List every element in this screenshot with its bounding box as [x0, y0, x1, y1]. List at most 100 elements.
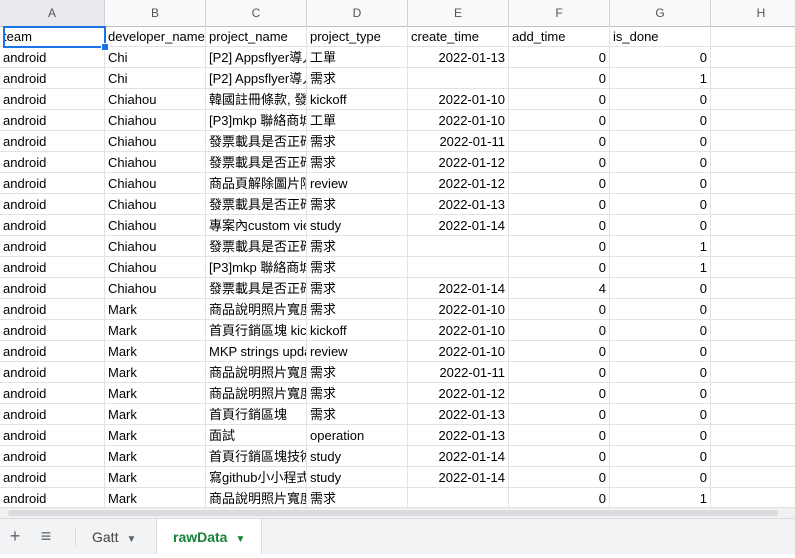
spreadsheet-grid[interactable]: ABCDEFGH team developer_name project_name p… — [0, 0, 795, 507]
cell-h[interactable] — [711, 488, 795, 507]
cell-h[interactable] — [711, 425, 795, 446]
cell-e[interactable]: 2022-01-13 — [408, 194, 509, 215]
cell-e[interactable]: 2022-01-14 — [408, 278, 509, 299]
cell-g[interactable]: 0 — [610, 173, 711, 194]
cell-d[interactable]: 需求 — [307, 299, 408, 320]
cell-d[interactable]: kickoff — [307, 320, 408, 341]
cell-f[interactable]: 0 — [509, 215, 610, 236]
cell-b[interactable]: Chiahou — [105, 257, 206, 278]
cell-h[interactable] — [711, 89, 795, 110]
cell-e[interactable]: 2022-01-13 — [408, 404, 509, 425]
cell-b[interactable]: Chiahou — [105, 215, 206, 236]
cell-a[interactable]: android — [0, 236, 105, 257]
cell-e[interactable]: 2022-01-10 — [408, 110, 509, 131]
cell-f[interactable]: 0 — [509, 488, 610, 507]
cell-c[interactable]: [P3]mkp 聯絡商城 — [206, 110, 307, 131]
cell-a[interactable]: android — [0, 152, 105, 173]
cell-c[interactable]: 商品說明照片寬度 — [206, 488, 307, 507]
cell-e[interactable] — [408, 68, 509, 89]
cell-e[interactable] — [408, 257, 509, 278]
tab-gatt[interactable]: Gatt ▼ — [76, 519, 152, 554]
cell-a[interactable]: android — [0, 278, 105, 299]
chevron-down-icon[interactable]: ▼ — [235, 534, 245, 545]
cell-c[interactable]: MKP strings update — [206, 341, 307, 362]
cell-f[interactable]: 0 — [509, 236, 610, 257]
sheet-list-icon[interactable]: ≡ — [31, 519, 61, 554]
cell-h[interactable] — [711, 152, 795, 173]
cell-b[interactable]: Chiahou — [105, 194, 206, 215]
cell-e[interactable]: 2022-01-14 — [408, 446, 509, 467]
cell-g[interactable]: 0 — [610, 341, 711, 362]
cell-h[interactable] — [711, 299, 795, 320]
cell-d[interactable]: review — [307, 341, 408, 362]
cell-c[interactable]: [P2] Appsflyer導入 — [206, 47, 307, 68]
cell-d[interactable]: 需求 — [307, 404, 408, 425]
cell-c[interactable]: [P2] Appsflyer導入 — [206, 68, 307, 89]
cell-d[interactable]: 需求 — [307, 383, 408, 404]
cell-b[interactable]: Chiahou — [105, 236, 206, 257]
cell-c[interactable]: 商品說明照片寬度 — [206, 362, 307, 383]
cell-f[interactable]: 0 — [509, 110, 610, 131]
cell-a[interactable]: android — [0, 425, 105, 446]
cell-h[interactable] — [711, 467, 795, 488]
cell-d[interactable]: 需求 — [307, 488, 408, 507]
cell-e[interactable]: 2022-01-10 — [408, 89, 509, 110]
cell-a[interactable]: android — [0, 110, 105, 131]
column-header-b[interactable]: B — [105, 0, 206, 26]
cell-a[interactable]: android — [0, 404, 105, 425]
cell-h[interactable] — [711, 47, 795, 68]
cell-d[interactable]: 需求 — [307, 68, 408, 89]
cell-f[interactable]: 0 — [509, 194, 610, 215]
column-header-g[interactable]: G — [610, 0, 711, 26]
cell-a[interactable]: android — [0, 47, 105, 68]
cell-g[interactable]: 0 — [610, 425, 711, 446]
plus-icon[interactable]: + — [0, 519, 30, 554]
cell-c[interactable]: project_name — [206, 26, 307, 47]
cell-a[interactable]: android — [0, 89, 105, 110]
cell-c[interactable]: 商品頁解除圖片限制 — [206, 173, 307, 194]
cell-h[interactable] — [711, 26, 795, 47]
cell-h[interactable] — [711, 257, 795, 278]
cell-d[interactable]: 需求 — [307, 257, 408, 278]
column-header-c[interactable]: C — [206, 0, 307, 26]
cell-c[interactable]: 寫github小小程式 — [206, 467, 307, 488]
cell-a[interactable]: android — [0, 362, 105, 383]
fill-handle[interactable] — [101, 43, 109, 51]
cell-e[interactable]: 2022-01-14 — [408, 467, 509, 488]
cell-f[interactable]: 4 — [509, 278, 610, 299]
cell-f[interactable]: 0 — [509, 362, 610, 383]
cell-e[interactable] — [408, 488, 509, 507]
cell-f[interactable]: 0 — [509, 131, 610, 152]
cell-g[interactable]: 0 — [610, 299, 711, 320]
cell-g[interactable]: 1 — [610, 257, 711, 278]
cell-g[interactable]: 0 — [610, 194, 711, 215]
scrollbar-thumb[interactable] — [8, 510, 778, 516]
cell-e[interactable]: 2022-01-13 — [408, 47, 509, 68]
cell-h[interactable] — [711, 278, 795, 299]
cell-c[interactable]: 發票載具是否正確 — [206, 194, 307, 215]
cell-h[interactable] — [711, 383, 795, 404]
cell-c[interactable]: 首頁行銷區塊 kickoff — [206, 320, 307, 341]
cell-b[interactable]: developer_name — [105, 26, 206, 47]
cell-e[interactable]: 2022-01-11 — [408, 131, 509, 152]
cell-g[interactable]: 0 — [610, 110, 711, 131]
cell-c[interactable]: 專案內custom view — [206, 215, 307, 236]
cell-h[interactable] — [711, 215, 795, 236]
cell-g[interactable]: 1 — [610, 68, 711, 89]
cell-f[interactable]: 0 — [509, 425, 610, 446]
cell-d[interactable]: operation — [307, 425, 408, 446]
cell-h[interactable] — [711, 173, 795, 194]
cell-g[interactable]: 0 — [610, 320, 711, 341]
cell-c[interactable]: 商品說明照片寬度 — [206, 383, 307, 404]
cell-g[interactable]: 0 — [610, 404, 711, 425]
cell-a[interactable]: android — [0, 257, 105, 278]
cell-h[interactable] — [711, 341, 795, 362]
cell-e[interactable] — [408, 236, 509, 257]
cell-c[interactable]: 商品說明照片寬度 — [206, 299, 307, 320]
cell-d[interactable]: 工單 — [307, 110, 408, 131]
cell-g[interactable]: 1 — [610, 236, 711, 257]
cell-b[interactable]: Chiahou — [105, 89, 206, 110]
cell-a[interactable]: android — [0, 68, 105, 89]
cell-d[interactable]: study — [307, 446, 408, 467]
column-header-a[interactable]: A — [0, 0, 105, 26]
